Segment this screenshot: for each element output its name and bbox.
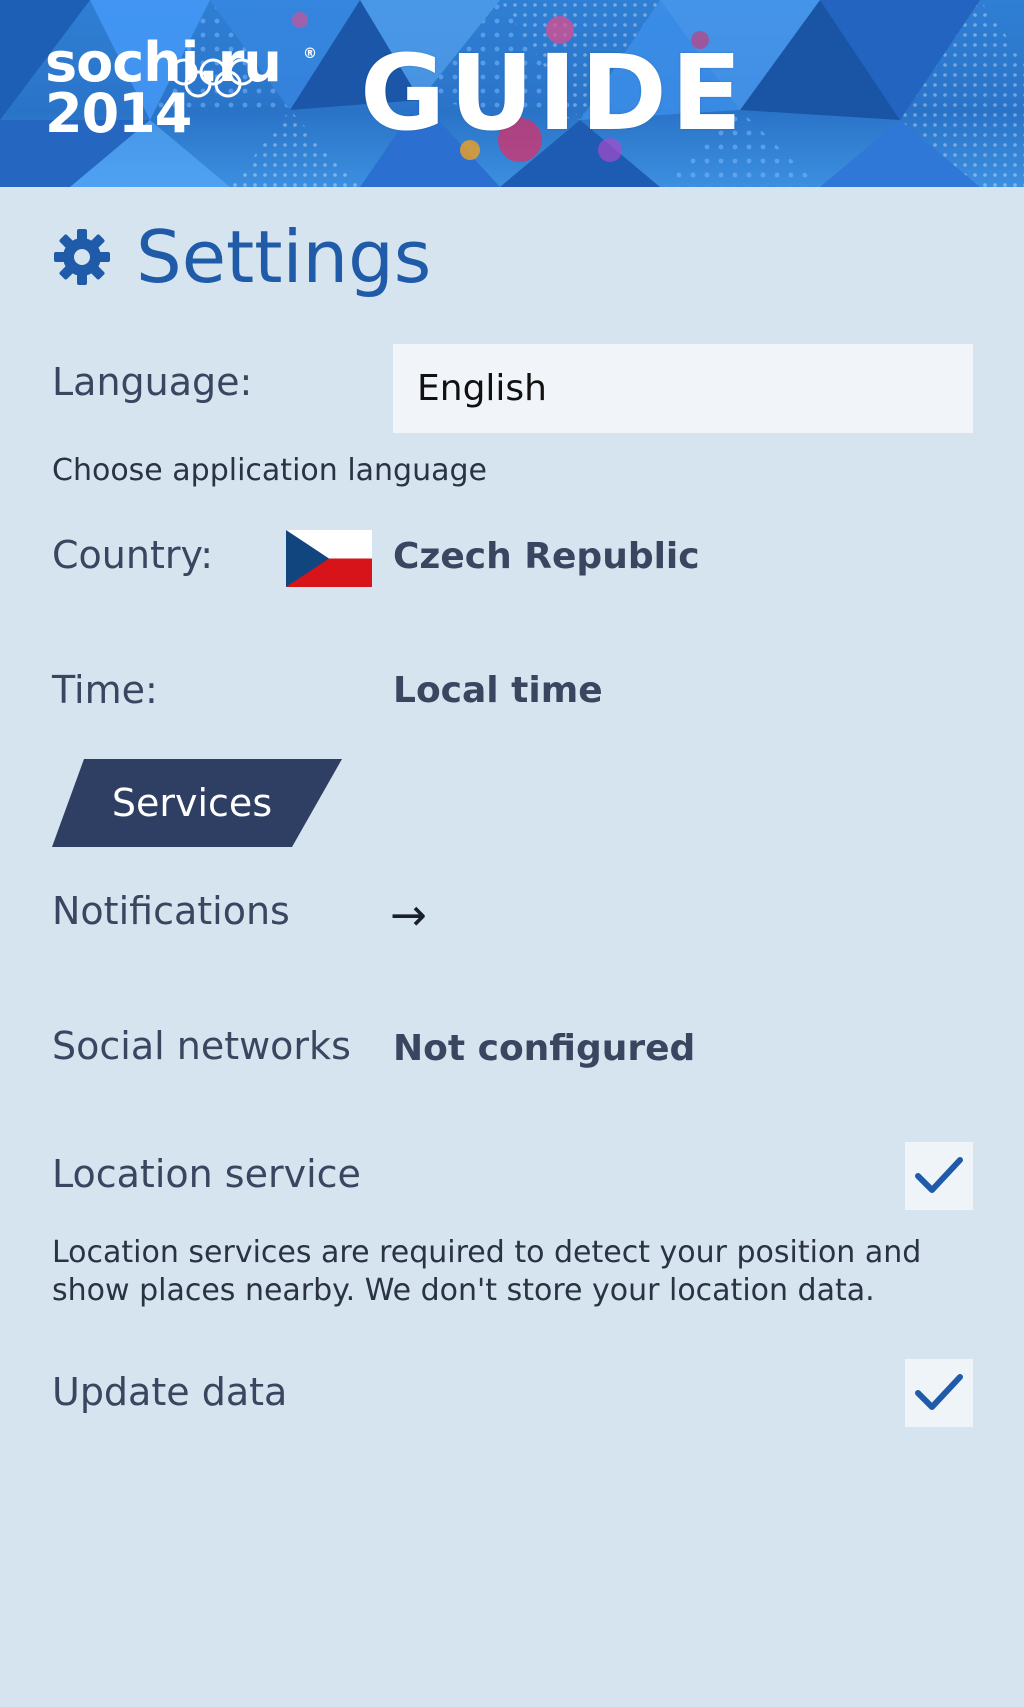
language-hint: Choose application language: [52, 453, 487, 488]
page-title: Settings: [136, 215, 432, 299]
social-networks-value[interactable]: Not configured: [393, 1028, 695, 1069]
arrow-right-icon[interactable]: →: [390, 890, 427, 941]
header-banner: sochi.ru 2014 ® GUIDE: [0, 0, 1024, 187]
language-select[interactable]: English: [393, 344, 973, 433]
social-networks-label: Social networks: [52, 1024, 351, 1068]
notifications-label: Notifications: [52, 889, 290, 933]
location-service-checkbox[interactable]: [905, 1142, 973, 1210]
country-label: Country:: [52, 533, 213, 577]
checkmark-icon: [915, 1157, 963, 1193]
page-heading: Settings: [52, 212, 431, 302]
language-select-value: English: [417, 368, 547, 409]
olympic-rings-icon: [170, 58, 256, 98]
services-section-tab: Services: [52, 759, 342, 847]
app-title: GUIDE: [360, 32, 746, 154]
language-label: Language:: [52, 360, 253, 404]
location-description-line2: show places nearby. We don't store your …: [52, 1273, 875, 1308]
gear-icon: [54, 229, 110, 285]
location-description: Location services are required to detect…: [52, 1234, 921, 1310]
location-service-label: Location service: [52, 1152, 361, 1196]
logo-registered-mark: ®: [303, 46, 317, 62]
czech-flag-icon: [286, 530, 372, 587]
update-data-checkbox[interactable]: [905, 1359, 973, 1427]
location-description-line1: Location services are required to detect…: [52, 1235, 922, 1270]
time-label: Time:: [52, 668, 158, 712]
services-tab-label: Services: [111, 781, 273, 825]
checkmark-icon: [915, 1374, 963, 1410]
time-value[interactable]: Local time: [393, 670, 603, 711]
country-value[interactable]: Czech Republic: [393, 536, 700, 577]
update-data-label: Update data: [52, 1370, 288, 1414]
